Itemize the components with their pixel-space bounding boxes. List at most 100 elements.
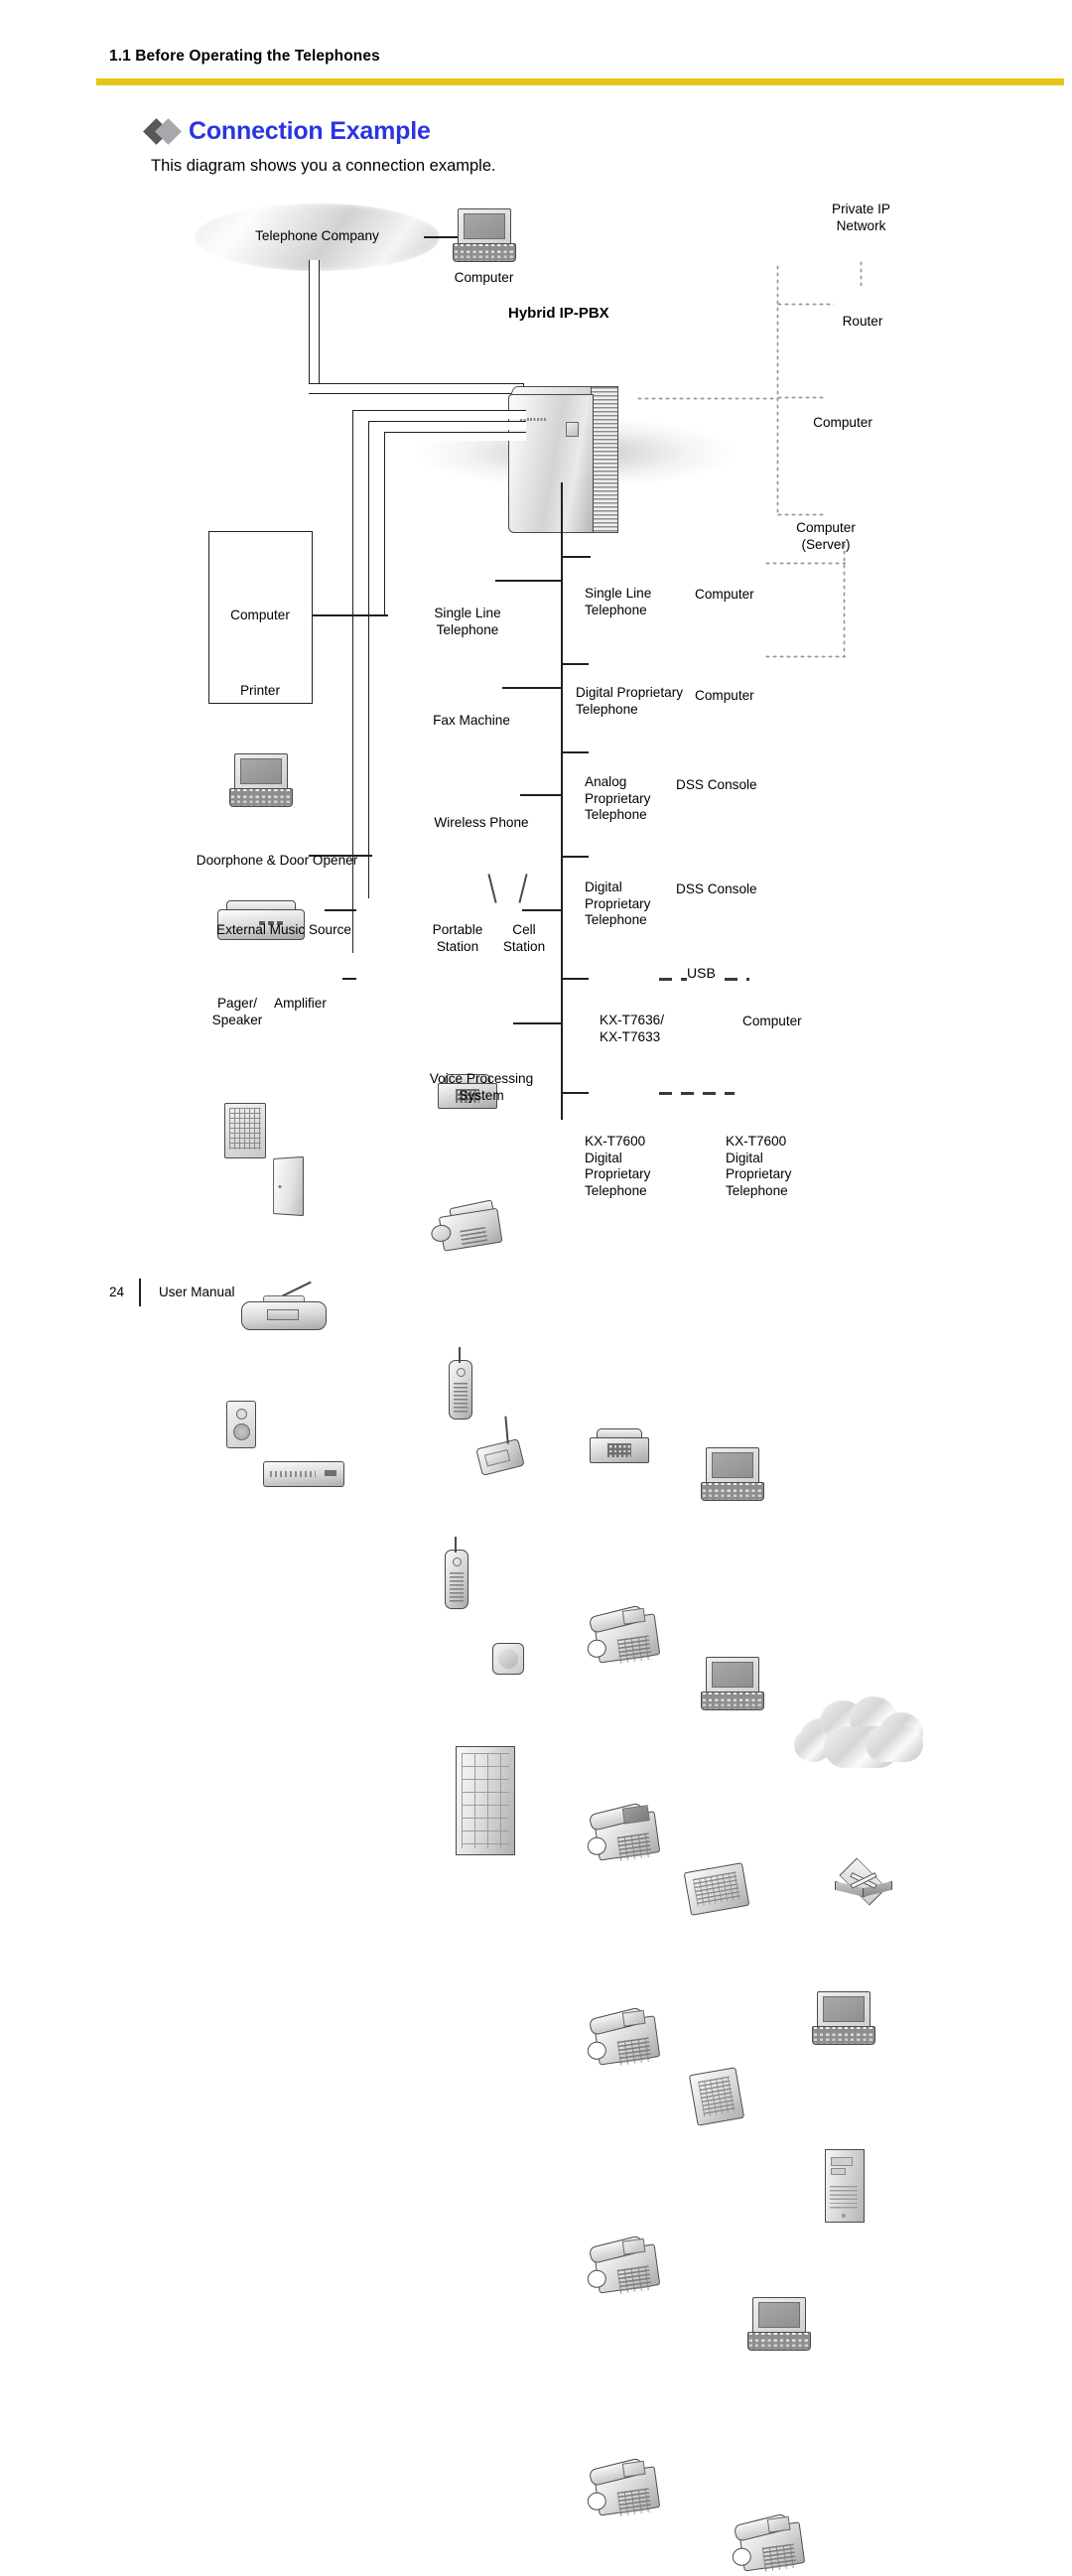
dotline-server-down — [843, 542, 846, 657]
server-icon — [825, 2149, 865, 2223]
ip-computer-label: Computer — [813, 415, 872, 430]
line-kx-t7636 — [561, 978, 589, 980]
line-fax-machine — [502, 687, 561, 689]
dotline-pbx-backbone — [636, 397, 777, 400]
right-computer-2-label: Computer — [695, 688, 754, 703]
footer-page-number: 24 — [109, 1285, 125, 1299]
doorphone-label: Doorphone & Door Opener — [196, 853, 358, 868]
pbx-label: Hybrid IP-PBX — [508, 305, 609, 322]
door-opener-icon — [273, 1155, 304, 1217]
pager-speaker-icon — [226, 1401, 256, 1448]
usb-computer-label: Computer — [742, 1014, 802, 1028]
external-music-source-icon — [241, 1281, 327, 1330]
private-ip-network-text: Private IP Network — [832, 202, 890, 233]
kx-t7600-link — [659, 1092, 735, 1095]
digital-proprietary-telephone-2-label: Digital Proprietary Telephone — [585, 880, 651, 927]
single-line-telephone-label: Single Line Telephone — [434, 606, 501, 637]
wireless-base-icon — [475, 1416, 525, 1476]
portable-station-icon — [445, 1537, 469, 1609]
kx-t7636-label: KX-T7636/ KX-T7633 — [600, 1013, 664, 1044]
telephone-company-label: Telephone Company — [255, 228, 379, 243]
footer-divider — [139, 1279, 141, 1306]
voice-processing-system-label: Voice Processing System — [429, 1071, 534, 1103]
digital-proprietary-telephone-icon — [582, 2003, 662, 2069]
dotline-server-to-computer2 — [764, 655, 846, 658]
computer-icon — [453, 208, 516, 262]
pager-speaker-label: Pager/ Speaker — [211, 996, 263, 1027]
fax-machine-label: Fax Machine — [433, 713, 510, 728]
right-computer-1-label: Computer — [695, 587, 754, 602]
single-line-telephone-icon — [590, 1428, 649, 1463]
router-icon — [834, 1857, 892, 1908]
analog-proprietary-telephone-icon — [582, 1799, 662, 1864]
kx-t7636-telephone-icon — [582, 2232, 662, 2297]
usb-link-left — [659, 978, 687, 981]
digital-proprietary-telephone-icon — [582, 1601, 662, 1667]
cell-station-label: Cell Station — [502, 922, 546, 954]
amplifier-label: Amplifier — [274, 996, 327, 1011]
kx-t7600-telephone-left-icon — [582, 2454, 662, 2519]
dotline-cloud-router — [860, 260, 863, 286]
line-cell-station — [522, 909, 561, 911]
section-header: 1.1 Before Operating the Telephones — [109, 48, 380, 65]
external-music-source-label: External Music Source — [216, 922, 351, 937]
kx-t7600-left-label: KX-T7600 Digital Proprietary Telephone — [585, 1134, 651, 1198]
line-wireless-phone — [520, 794, 561, 796]
top-computer-label: Computer — [454, 270, 514, 285]
right-single-line-telephone-label: Single Line Telephone — [585, 586, 652, 617]
server-label: Computer (Server) — [766, 520, 885, 553]
cell-antenna-left-icon — [487, 874, 497, 903]
line-digital-proprietary-telephone — [561, 663, 589, 665]
line-kx-t7600 — [561, 1092, 589, 1094]
analog-proprietary-telephone-label: Analog Proprietary Telephone — [585, 774, 651, 822]
line-voice-processing-system — [513, 1022, 561, 1024]
ext-bus-2-h — [368, 421, 526, 430]
amplifier-icon — [263, 1461, 344, 1487]
ext-bus-3-h — [384, 432, 526, 441]
line-to-left-box — [309, 614, 388, 616]
computer-icon — [701, 1447, 764, 1501]
dotline-server-to-computer1 — [764, 562, 846, 565]
line-right-single-line-telephone — [561, 556, 591, 558]
wireless-handset-icon — [449, 1347, 472, 1420]
left-box-computer-label: Computer — [230, 608, 290, 622]
usb-link-right — [725, 978, 749, 981]
line-analog-proprietary-telephone — [561, 751, 589, 753]
voice-processing-system-icon — [456, 1746, 515, 1855]
computer-icon — [747, 2297, 811, 2351]
ext-bus-1-h — [352, 410, 526, 419]
computer-icon — [701, 1657, 764, 1710]
private-ip-network-label: Private IP Network — [789, 202, 933, 234]
line-single-line-telephone — [495, 580, 561, 582]
dotline-backbone-computer — [776, 396, 824, 399]
digital-proprietary-telephone-label: Digital Proprietary Telephone — [576, 685, 684, 717]
dss-console-1-label: DSS Console — [676, 777, 757, 792]
dss-console-icon — [688, 2067, 745, 2126]
ext-bus-3-v — [384, 432, 393, 616]
page-title-row: Connection Example — [143, 117, 431, 146]
portable-station-label: Portable Station — [432, 922, 483, 954]
ext-bus-1-v — [352, 410, 361, 953]
fax-machine-icon — [428, 1199, 504, 1258]
doorphone-icon — [224, 1103, 266, 1158]
station-trunk-line — [561, 482, 563, 1120]
dss-console-2-label: DSS Console — [676, 881, 757, 896]
private-ip-network-cloud — [794, 1696, 928, 1769]
trunk-cable-vertical — [309, 260, 320, 393]
page-title: Connection Example — [189, 117, 431, 145]
kx-t7600-right-label: KX-T7600 Digital Proprietary Telephone — [726, 1134, 792, 1198]
trunk-cable-horizontal — [309, 383, 524, 394]
cell-antenna-right-icon — [518, 874, 528, 903]
line-to-amplifier — [342, 978, 356, 980]
wireless-phone-label: Wireless Phone — [434, 815, 529, 830]
dotline-backbone-router — [776, 303, 834, 306]
server-text: Computer (Server) — [796, 520, 856, 552]
hybrid-ip-pbx-icon — [508, 386, 625, 535]
line-digital-proprietary-telephone-2 — [561, 856, 589, 858]
intro-text: This diagram shows you a connection exam… — [151, 157, 496, 175]
computer-icon — [229, 753, 293, 807]
line-to-music-source — [325, 909, 356, 911]
kx-t7600-telephone-right-icon — [727, 2509, 807, 2575]
printer-label: Printer — [239, 683, 281, 698]
router-label: Router — [842, 314, 883, 329]
